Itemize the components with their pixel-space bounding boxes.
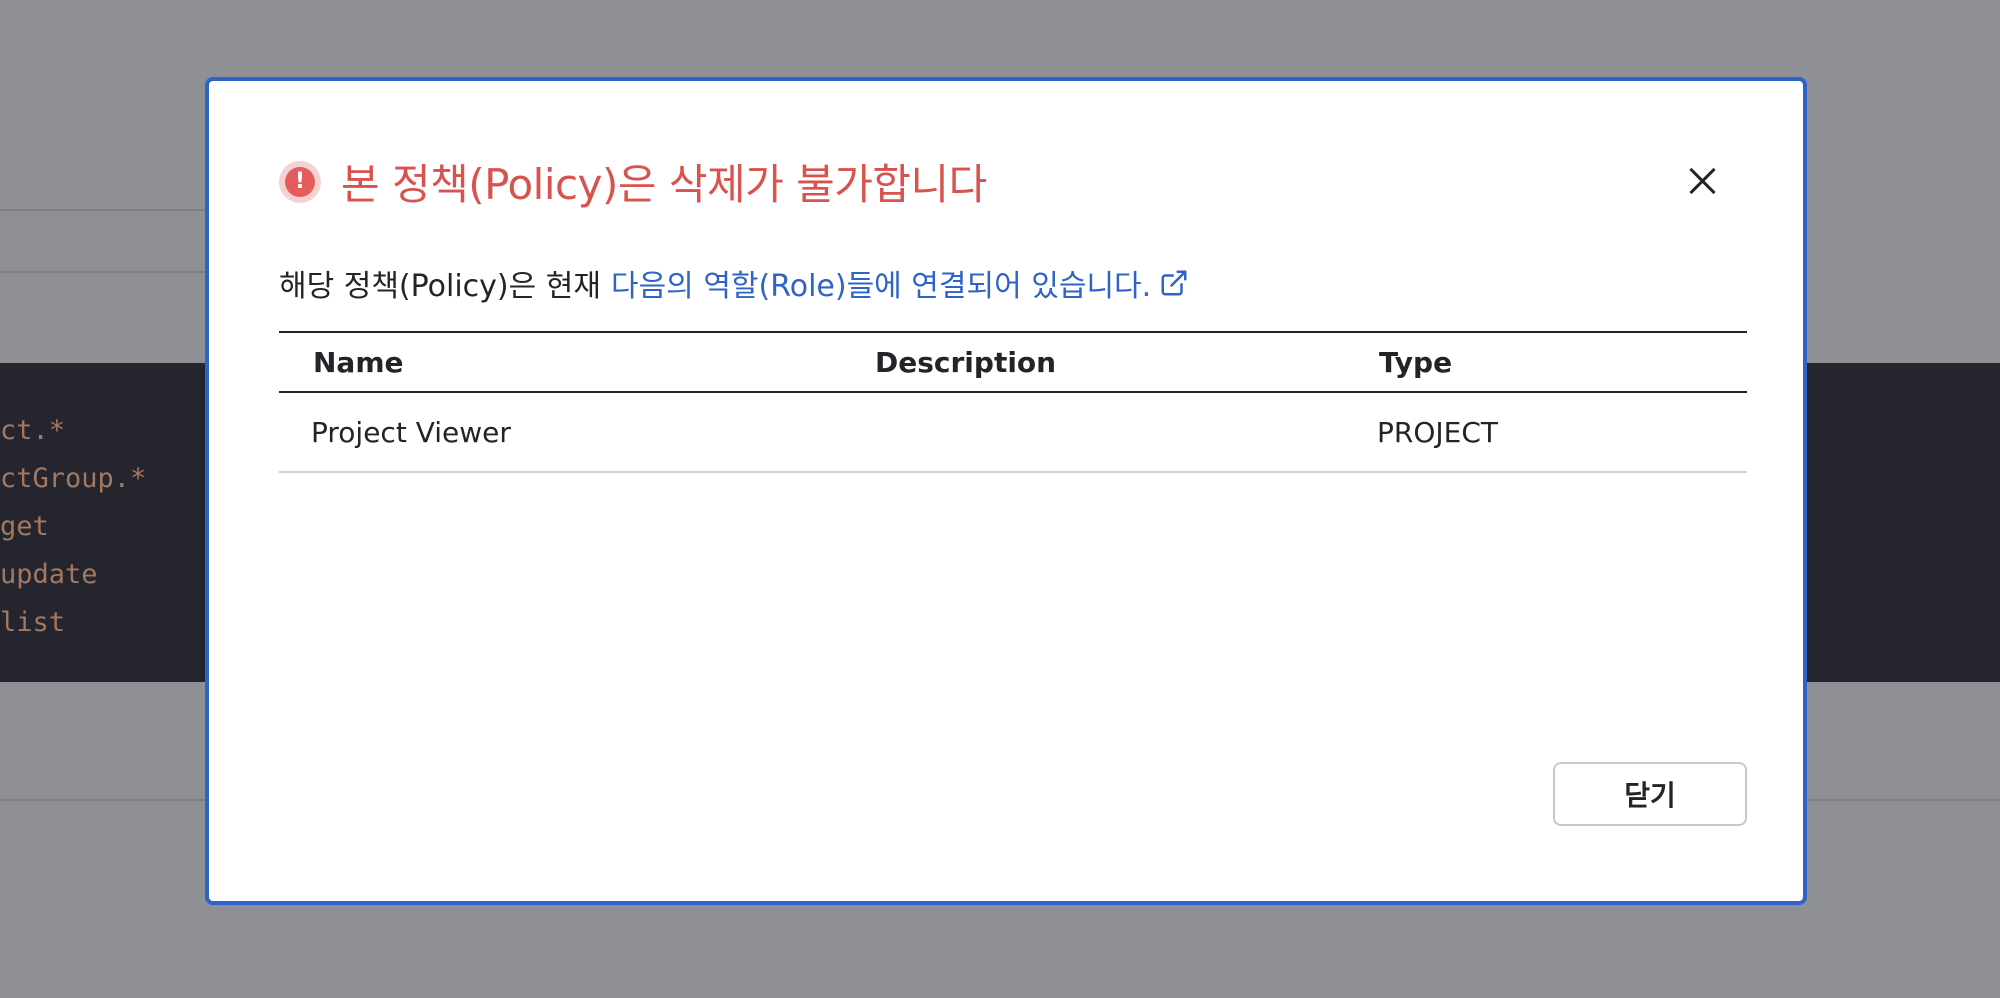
column-header-description: Description (841, 331, 1345, 393)
exclamation-icon: ! (285, 166, 315, 197)
close-icon[interactable] (1683, 161, 1723, 201)
role-description-cell (841, 392, 1345, 473)
background-code-lines: ct.* ctGroup.* get update list (0, 407, 146, 647)
background-divider (0, 271, 205, 273)
page: ct.* ctGroup.* get update list ! 본 정책(Po… (0, 0, 2000, 998)
role-type-cell: PROJECT (1345, 392, 1747, 473)
modal-title: 본 정책(Policy)은 삭제가 불가합니다 (341, 160, 987, 209)
modal-description: 해당 정책(Policy)은 현재 다음의 역할(Role)들에 연결되어 있습… (279, 261, 1189, 305)
role-name-cell: Project Viewer (279, 392, 841, 473)
column-header-name: Name (279, 331, 841, 393)
code-line: ct.* (0, 415, 66, 446)
roles-link[interactable]: 다음의 역할(Role)들에 연결되어 있습니다. (611, 261, 1151, 305)
close-button[interactable]: 닫기 (1553, 762, 1747, 826)
column-header-type: Type (1345, 331, 1747, 393)
code-line: get (0, 511, 49, 542)
code-line: update (0, 559, 98, 590)
table-row: Project Viewer PROJECT (279, 392, 1747, 473)
background-divider (0, 209, 205, 211)
policy-delete-modal: ! 본 정책(Policy)은 삭제가 불가합니다 해당 정책(Policy)은… (205, 77, 1807, 905)
description-text: 해당 정책(Policy)은 현재 (279, 269, 601, 304)
code-line: list (0, 607, 66, 638)
alert-icon: ! (279, 160, 321, 203)
code-line: ctGroup.* (0, 463, 147, 494)
roles-table: Name Description Type Project Viewer PRO… (279, 331, 1747, 473)
modal-header: ! 본 정책(Policy)은 삭제가 불가합니다 (279, 151, 987, 212)
external-link-icon[interactable] (1159, 268, 1189, 298)
table-header-row: Name Description Type (279, 331, 1747, 393)
